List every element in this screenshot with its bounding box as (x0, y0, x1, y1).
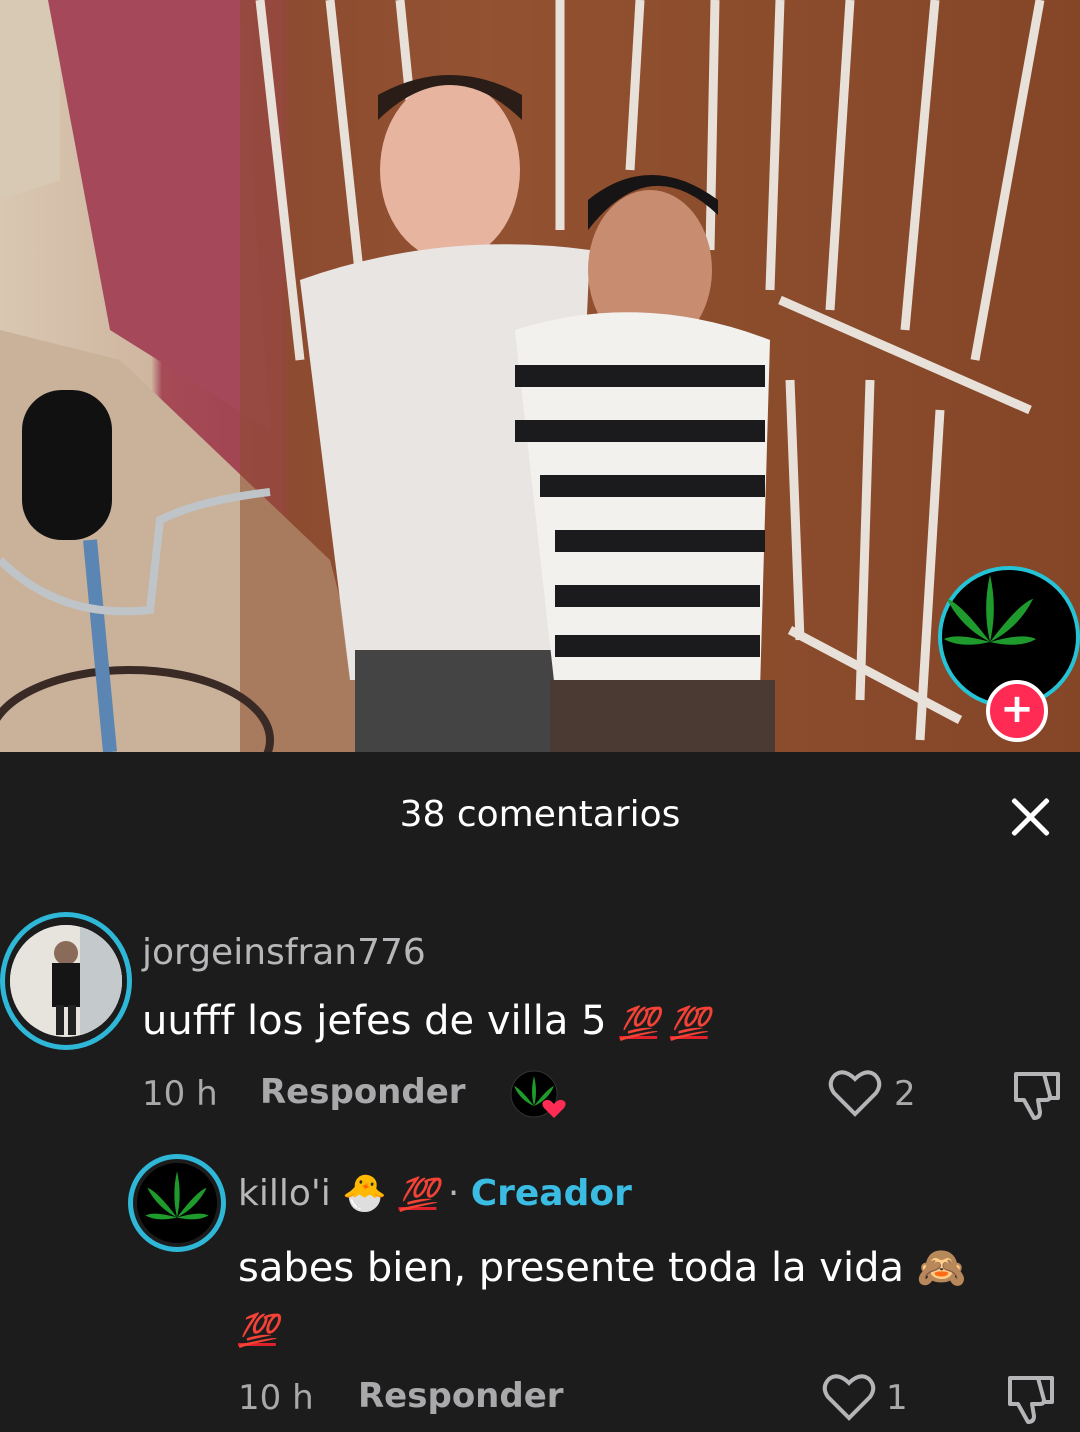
dislike-icon[interactable] (1004, 1372, 1058, 1430)
avatar-photo (10, 925, 122, 1037)
creator-liked-badge (510, 1070, 566, 1122)
comment-text: uufff los jefes de villa 5 💯 💯 (142, 998, 710, 1044)
creator-label: Creador (470, 1173, 632, 1214)
separator: · (447, 1173, 460, 1214)
comment-username[interactable]: jorgeinsfran776 (142, 932, 426, 973)
reply-username-row: killo'i 🐣 💯 · Creador (238, 1172, 632, 1214)
hundred-emoji: 💯 (398, 1175, 439, 1213)
hundred-emoji: 💯 (669, 1004, 710, 1042)
comments-panel: 38 comentarios jorgeinsfran776 uufff los… (0, 752, 1080, 1432)
plus-icon: + (1000, 686, 1034, 732)
hundred-emoji: 💯 (619, 1004, 659, 1042)
follow-plus-button[interactable]: + (986, 680, 1048, 742)
video-image (0, 0, 1080, 752)
comment-time: 10 h (142, 1074, 218, 1114)
comment-text-body: uufff los jefes de villa 5 (142, 998, 607, 1044)
reply-username[interactable]: killo'i (238, 1173, 331, 1214)
reply-text: sabes bien, presente toda la vida 🙈 💯 (238, 1238, 1038, 1360)
reply-button[interactable]: Responder (260, 1072, 466, 1112)
like-count: 2 (894, 1074, 916, 1114)
leaf-icon (144, 1168, 210, 1238)
reply-button[interactable]: Responder (358, 1376, 564, 1416)
see-no-evil-emoji: 🙈 (916, 1245, 967, 1291)
video-frame[interactable]: + (0, 0, 1080, 752)
heart-icon[interactable] (828, 1068, 882, 1122)
reply-text-body: sabes bien, presente toda la vida (238, 1245, 904, 1291)
heart-icon[interactable] (822, 1372, 876, 1426)
close-icon[interactable] (1004, 790, 1058, 844)
comments-count-title: 38 comentarios (399, 794, 681, 835)
like-count: 1 (886, 1378, 908, 1418)
creator-reply-avatar[interactable] (128, 1154, 226, 1252)
hundred-emoji: 💯 (238, 1311, 278, 1349)
avatar[interactable] (0, 912, 132, 1050)
dislike-icon[interactable] (1010, 1068, 1064, 1126)
chick-emoji: 🐣 (342, 1173, 388, 1214)
reply-time: 10 h (238, 1378, 314, 1418)
